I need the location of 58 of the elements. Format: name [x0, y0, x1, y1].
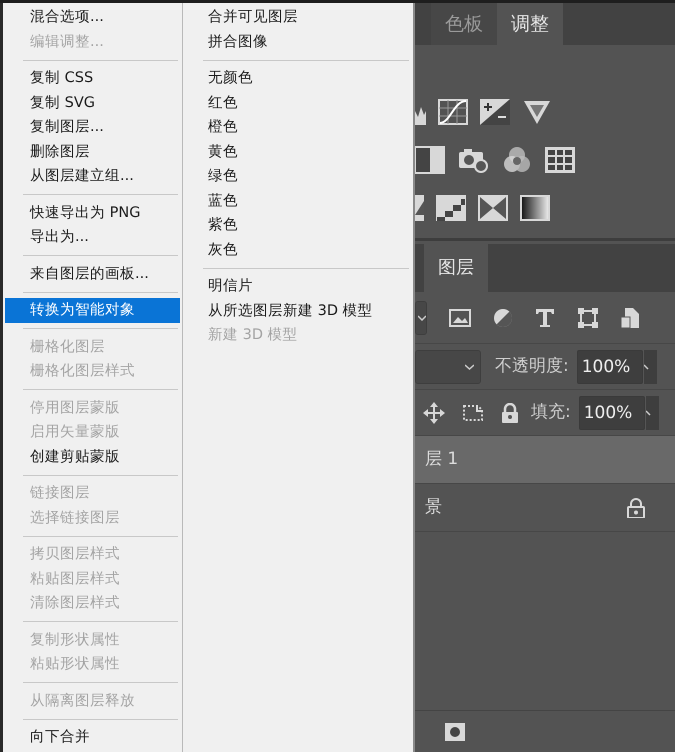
- layer-name: 层 1: [425, 448, 460, 471]
- channel-mixer-icon[interactable]: [503, 146, 531, 174]
- image-filter-icon[interactable]: [449, 308, 471, 326]
- menu-item[interactable]: 蓝色: [185, 188, 411, 213]
- menu-item[interactable]: 绿色: [185, 164, 411, 188]
- move-icon[interactable]: [423, 402, 445, 424]
- smart-object-filter-icon[interactable]: [621, 306, 639, 328]
- layer-mask-icon[interactable]: [445, 722, 465, 740]
- opacity-label: 不透明度:: [495, 354, 569, 378]
- invert-icon[interactable]: [415, 195, 424, 221]
- menu-item[interactable]: 转换为智能对象: [5, 298, 180, 322]
- posterize-icon[interactable]: [436, 195, 466, 221]
- triangle-icon[interactable]: [522, 99, 552, 125]
- menu-item[interactable]: 合并可见图层: [185, 5, 411, 30]
- layer-name: 景: [425, 496, 443, 519]
- chevron-icon: [644, 364, 650, 370]
- threshold-icon[interactable]: [478, 195, 508, 221]
- type-filter-icon[interactable]: [535, 308, 555, 328]
- camera-icon[interactable]: [459, 146, 489, 174]
- menu-item[interactable]: 从图层建立组...: [5, 164, 180, 188]
- chevron-icon: [418, 314, 426, 320]
- menu-item[interactable]: 红色: [185, 90, 411, 115]
- layer-row[interactable]: 景: [415, 484, 675, 532]
- menu-item[interactable]: 紫色: [185, 213, 411, 238]
- half-square-icon[interactable]: [415, 146, 445, 174]
- menu-item[interactable]: 明信片: [185, 274, 411, 298]
- menu-item[interactable]: 快速导出为 PNG: [5, 200, 180, 225]
- menu-item[interactable]: 橙色: [185, 115, 411, 140]
- opacity-field[interactable]: 100%: [576, 350, 643, 384]
- lock-icon[interactable]: [501, 402, 519, 422]
- color-lookup-icon[interactable]: [545, 147, 575, 173]
- menu-item[interactable]: 导出为...: [5, 225, 180, 250]
- exposure-icon[interactable]: [480, 99, 510, 125]
- menu-item[interactable]: 复制图层...: [5, 115, 180, 140]
- menu-item[interactable]: 向下合并: [5, 725, 180, 750]
- menu-item[interactable]: 黄色: [185, 140, 411, 164]
- chevron-icon: [646, 410, 652, 416]
- fill-field[interactable]: 100%: [578, 396, 645, 430]
- menu-item[interactable]: 删除图层: [5, 140, 180, 164]
- menu-item[interactable]: 无颜色: [185, 66, 411, 90]
- panel-tab[interactable]: 调整: [497, 3, 563, 45]
- panel-tab[interactable]: 图层: [424, 244, 488, 292]
- menu-item[interactable]: 混合选项...: [5, 5, 180, 30]
- fill-label: 填充:: [531, 400, 571, 424]
- menu-item[interactable]: 复制 SVG: [5, 90, 180, 115]
- menu-item[interactable]: 灰色: [185, 238, 411, 262]
- menu-item[interactable]: 创建剪贴蒙版: [5, 444, 180, 469]
- menu-item[interactable]: 拼合图像: [185, 30, 411, 54]
- chevron-icon: [465, 364, 474, 370]
- shape-filter-icon[interactable]: [577, 306, 599, 328]
- gradient-map-icon[interactable]: [520, 195, 550, 221]
- kind-dropdown[interactable]: [415, 300, 427, 334]
- menu-item[interactable]: 来自图层的画板...: [5, 262, 180, 286]
- menu-item[interactable]: 复制 CSS: [5, 66, 180, 90]
- layer-row[interactable]: 层 1: [415, 436, 675, 484]
- menu-item[interactable]: 从所选图层新建 3D 模型: [185, 298, 411, 323]
- curves-icon[interactable]: [438, 99, 468, 125]
- adjustment-filter-icon[interactable]: [493, 308, 513, 328]
